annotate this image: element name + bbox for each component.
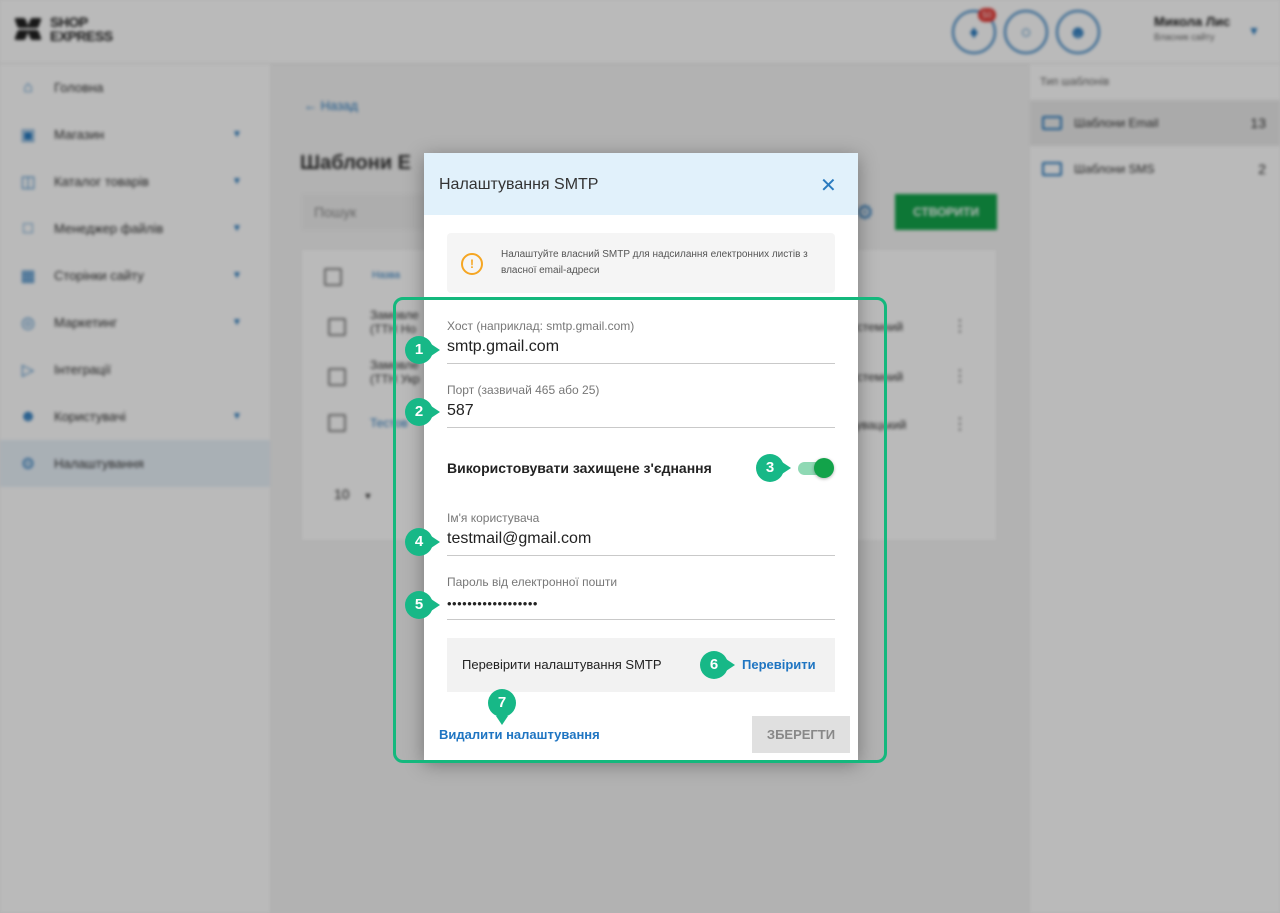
username-field: Ім'я користувача — [447, 498, 835, 556]
delete-settings-link[interactable]: Видалити налаштування — [439, 727, 600, 742]
password-input[interactable] — [447, 596, 827, 611]
step-marker-4: 4 — [405, 528, 440, 556]
verify-link[interactable]: Перевірити — [742, 657, 816, 672]
step-marker-6: 6 — [700, 651, 735, 679]
host-label: Хост (наприклад: smtp.gmail.com) — [447, 319, 635, 333]
toggle-knob — [814, 458, 834, 478]
smtp-check-section: Перевірити налаштування SMTP Перевірити — [447, 638, 835, 692]
info-icon: ! — [461, 253, 483, 275]
secure-connection-label: Використовувати захищене з'єднання — [447, 460, 712, 476]
check-label: Перевірити налаштування SMTP — [462, 657, 662, 672]
smtp-settings-modal: Налаштування SMTP ✕ ! Налаштуйте власний… — [424, 153, 858, 760]
info-banner: ! Налаштуйте власний SMTP для надсилання… — [447, 233, 835, 293]
step-marker-2: 2 — [405, 398, 440, 426]
step-marker-7: 7 — [488, 689, 516, 725]
port-input[interactable] — [447, 402, 827, 420]
host-field: Хост (наприклад: smtp.gmail.com) — [447, 306, 835, 364]
modal-title: Налаштування SMTP — [439, 176, 599, 193]
step-marker-1: 1 — [405, 336, 440, 364]
step-marker-3: 3 — [756, 454, 791, 482]
port-field: Порт (зазвичай 465 або 25) — [447, 370, 835, 428]
modal-header: Налаштування SMTP ✕ — [424, 153, 858, 215]
password-field: Пароль від електронної пошти — [447, 562, 835, 620]
save-button[interactable]: ЗБЕРЕГТИ — [752, 716, 850, 753]
password-label: Пароль від електронної пошти — [447, 575, 618, 589]
host-input[interactable] — [447, 338, 827, 356]
username-input[interactable] — [447, 530, 827, 548]
port-label: Порт (зазвичай 465 або 25) — [447, 383, 600, 397]
step-marker-5: 5 — [405, 591, 440, 619]
secure-connection-toggle[interactable] — [798, 458, 834, 478]
close-icon[interactable]: ✕ — [820, 173, 837, 198]
info-text: Налаштуйте власний SMTP для надсилання е… — [501, 249, 808, 276]
username-label: Ім'я користувача — [447, 511, 540, 525]
